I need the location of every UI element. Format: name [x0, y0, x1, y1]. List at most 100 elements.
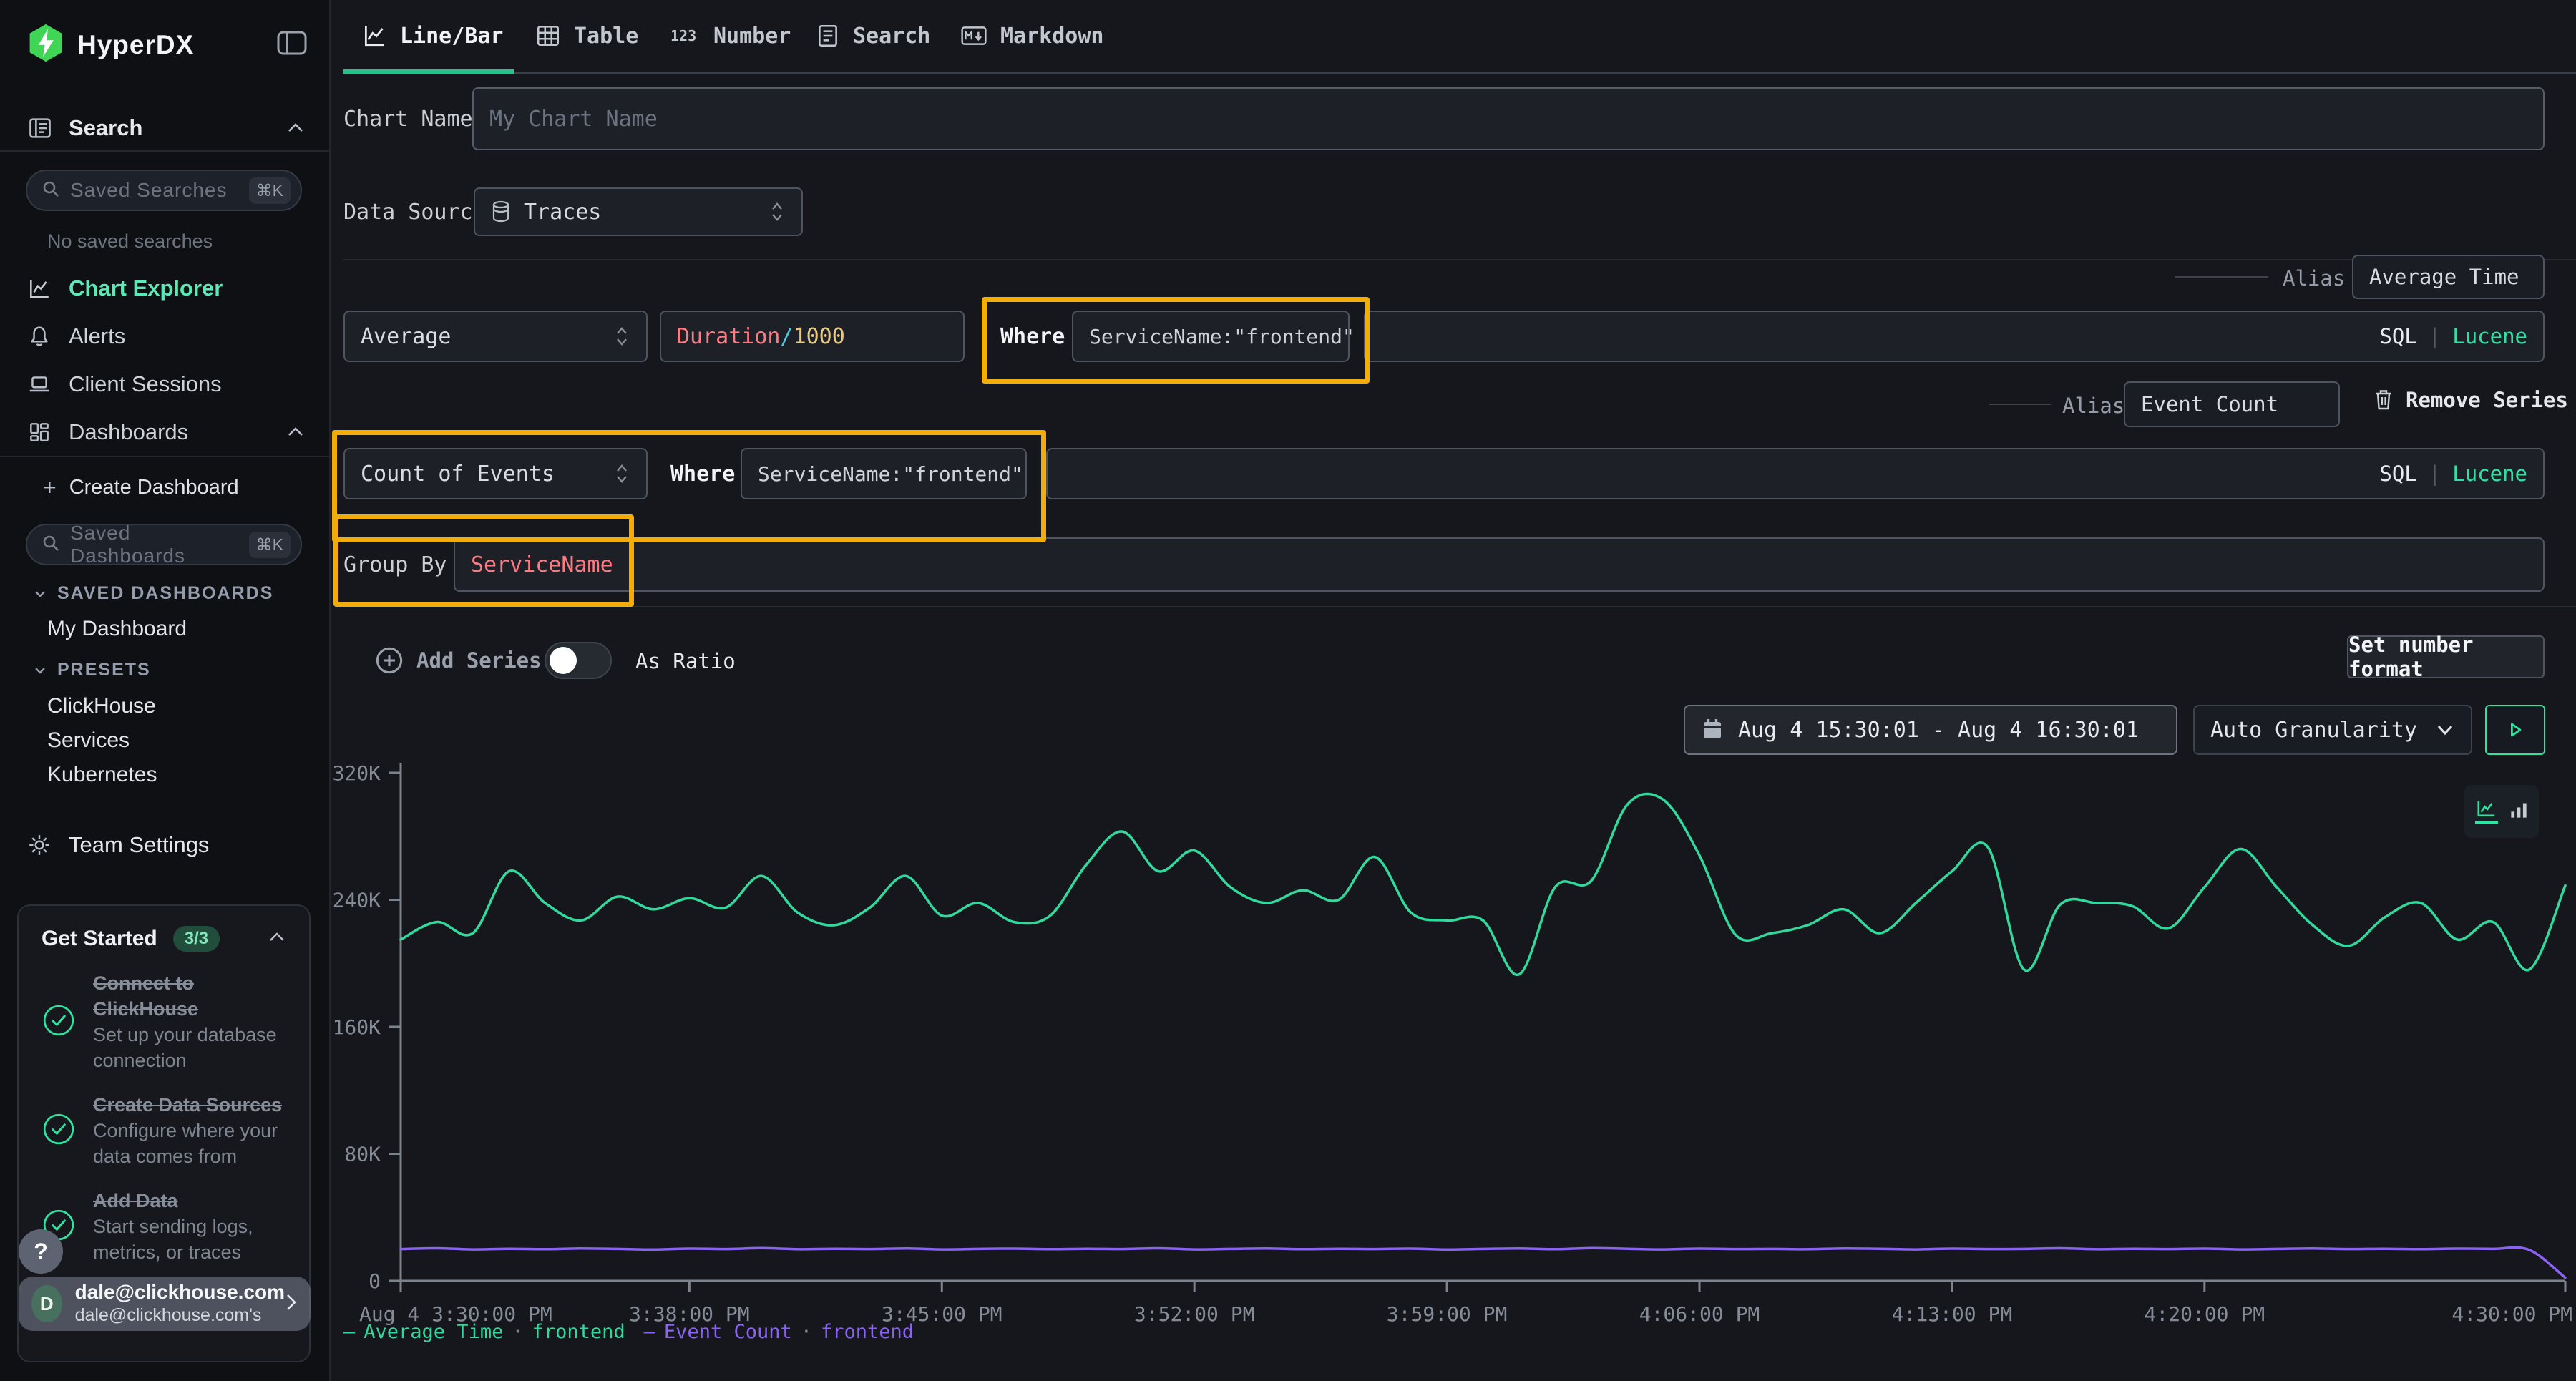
- svg-text:320K: 320K: [333, 761, 381, 785]
- step-description: Start sending logs, metrics, or traces: [93, 1216, 253, 1263]
- chevron-down-icon: [33, 588, 47, 600]
- app-title: HyperDX: [77, 30, 194, 60]
- svg-text:80K: 80K: [344, 1143, 381, 1166]
- step-title: Add Data: [93, 1190, 178, 1211]
- chart-legend: — Average Time · frontend — Event Count …: [343, 1321, 914, 1343]
- sidebar-item-label: Client Sessions: [69, 371, 222, 397]
- dashboards-grid-icon: [27, 420, 53, 444]
- get-started-step-add-data[interactable]: Add Data Start sending logs, metrics, or…: [42, 1188, 286, 1265]
- saved-searches-placeholder: Saved Searches: [70, 179, 249, 202]
- get-started-step-connect[interactable]: Connect to ClickHouse Set up your databa…: [42, 970, 286, 1073]
- tab-search[interactable]: Search: [816, 0, 930, 72]
- gear-icon: [27, 833, 53, 857]
- svg-text:3:52:00 PM: 3:52:00 PM: [1134, 1302, 1255, 1326]
- divider: [343, 259, 2576, 260]
- step-title: Create Data Sources: [93, 1094, 282, 1116]
- series2-alias-input[interactable]: Event Count: [2124, 381, 2340, 427]
- series2-where-label: Where: [670, 448, 735, 499]
- timeseries-chart[interactable]: 320K240K160K80K0Aug 4 3:30:00 PM3:38:00 …: [329, 737, 2576, 1381]
- sidebar-item-my-dashboard[interactable]: My Dashboard: [47, 617, 187, 641]
- tab-markdown[interactable]: Markdown: [960, 0, 1104, 72]
- user-account-chip[interactable]: D dale@clickhouse.com dale@clickhouse.co…: [19, 1277, 311, 1331]
- sidebar-item-chart-explorer[interactable]: Chart Explorer: [0, 269, 329, 308]
- series2-aggregation-select[interactable]: Count of Events: [343, 448, 648, 499]
- create-dashboard-button[interactable]: + Create Dashboard: [0, 469, 329, 506]
- search-panel-icon: [27, 115, 53, 141]
- series2-where-input[interactable]: ServiceName:"frontend": [741, 448, 1027, 499]
- check-circle-icon: [42, 1003, 76, 1041]
- series1-where-input[interactable]: ServiceName:"frontend": [1072, 311, 1350, 362]
- series1-alias-input[interactable]: Average Time: [2352, 255, 2545, 299]
- no-saved-searches-text: No saved searches: [47, 230, 213, 253]
- group-by-label: Group By: [343, 537, 447, 592]
- series1-query-editor[interactable]: SQL | Lucene: [1364, 311, 2545, 362]
- keyboard-shortcut-badge: ⌘K: [249, 532, 291, 558]
- add-series-button[interactable]: Add Series: [375, 646, 542, 675]
- lucene-toggle[interactable]: Lucene: [2452, 462, 2527, 486]
- sidebar-item-alerts[interactable]: Alerts: [0, 317, 329, 356]
- sql-toggle[interactable]: SQL: [2379, 324, 2416, 348]
- as-ratio-label: As Ratio: [635, 649, 736, 673]
- tab-number[interactable]: 123 Number: [669, 0, 791, 72]
- search-icon: [42, 180, 60, 202]
- set-number-format-button[interactable]: Set number format: [2347, 635, 2545, 678]
- legend-dash: —: [343, 1321, 355, 1343]
- saved-dashboards-input[interactable]: Saved Dashboards ⌘K: [26, 524, 302, 565]
- document-list-icon: [816, 23, 840, 49]
- chart-name-input[interactable]: My Chart Name: [472, 87, 2545, 150]
- legend-item-average-time[interactable]: — Average Time · frontend: [343, 1321, 625, 1343]
- section-presets[interactable]: PRESETS: [33, 660, 151, 680]
- trash-icon: [2373, 388, 2394, 412]
- alias-label: Alias: [2062, 394, 2124, 418]
- user-subtext: dale@clickhouse.com's: [75, 1304, 285, 1327]
- series1-field-input[interactable]: Duration/1000: [660, 311, 965, 362]
- sidebar-item-services[interactable]: Services: [47, 728, 130, 753]
- toggle-knob: [550, 647, 577, 674]
- get-started-step-sources[interactable]: Create Data Sources Configure where your…: [42, 1092, 286, 1169]
- sidebar-item-kubernetes[interactable]: Kubernetes: [47, 763, 157, 787]
- data-source-select[interactable]: Traces: [474, 187, 803, 236]
- series2-query-editor[interactable]: SQL | Lucene: [1046, 448, 2545, 499]
- lucene-toggle[interactable]: Lucene: [2452, 324, 2527, 348]
- select-updown-icon: [613, 324, 630, 348]
- line-bar-chart-icon: [361, 23, 387, 49]
- sidebar-item-client-sessions[interactable]: Client Sessions: [0, 365, 329, 404]
- search-icon: [42, 534, 60, 556]
- group-by-input[interactable]: ServiceName: [454, 537, 2545, 592]
- collapse-sidebar-icon[interactable]: [276, 30, 308, 59]
- line-chart-icon: [27, 276, 53, 301]
- legend-separator: ·: [512, 1321, 523, 1343]
- svg-text:123: 123: [670, 27, 696, 44]
- svg-text:0: 0: [369, 1269, 381, 1293]
- chevron-up-icon: [268, 930, 286, 948]
- tab-bar-underline: [343, 72, 2576, 74]
- sidebar-item-dashboards[interactable]: Dashboards: [0, 413, 329, 452]
- as-ratio-toggle[interactable]: [545, 642, 612, 679]
- series1-aggregation-select[interactable]: Average: [343, 311, 648, 362]
- svg-text:4:20:00 PM: 4:20:00 PM: [2145, 1302, 2265, 1326]
- legend-series-name: Event Count: [664, 1321, 792, 1343]
- remove-series-button[interactable]: Remove Series: [2373, 388, 2568, 412]
- sidebar-section-search[interactable]: Search: [0, 109, 329, 147]
- sidebar-item-label: Alerts: [69, 323, 125, 349]
- field-number: 1000: [794, 324, 845, 349]
- sidebar-item-clickhouse[interactable]: ClickHouse: [47, 694, 156, 718]
- section-saved-dashboards[interactable]: SAVED DASHBOARDS: [33, 583, 273, 604]
- get-started-header[interactable]: Get Started 3/3: [42, 926, 286, 952]
- tab-line-bar[interactable]: Line/Bar: [361, 0, 504, 72]
- help-button[interactable]: ?: [19, 1229, 63, 1274]
- section-title: SAVED DASHBOARDS: [57, 583, 273, 604]
- alias-connector-line: [2175, 276, 2268, 278]
- section-title: PRESETS: [57, 660, 151, 680]
- legend-item-event-count[interactable]: — Event Count · frontend: [644, 1321, 914, 1343]
- chevron-up-icon: [286, 419, 305, 445]
- sidebar-item-team-settings[interactable]: Team Settings: [0, 826, 329, 864]
- chevron-down-icon: [33, 665, 47, 676]
- tab-table[interactable]: Table: [535, 0, 638, 72]
- series1-where-label: Where: [1000, 311, 1065, 362]
- step-description: Set up your database connection: [93, 1024, 277, 1071]
- saved-searches-input[interactable]: Saved Searches ⌘K: [26, 170, 302, 211]
- sql-toggle[interactable]: SQL: [2379, 462, 2416, 486]
- step-title: Connect to ClickHouse: [93, 972, 198, 1020]
- select-updown-icon: [613, 462, 630, 486]
